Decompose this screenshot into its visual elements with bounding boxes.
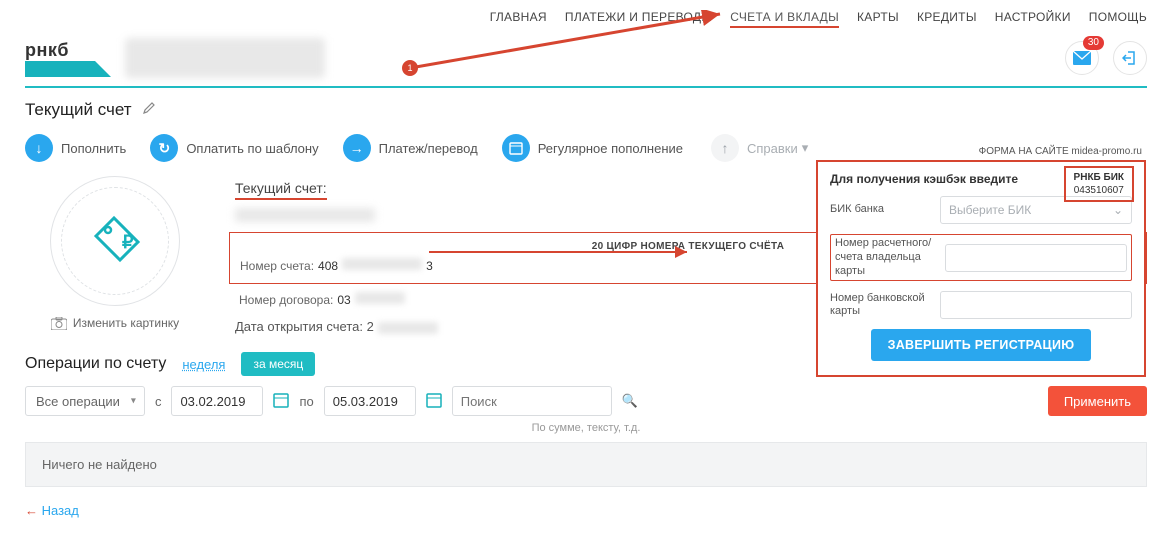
calendar-from-icon[interactable]	[273, 392, 289, 411]
operations-title: Операции по счету	[25, 355, 166, 373]
chevron-down-icon: ⌄	[1113, 203, 1123, 217]
from-label: с	[155, 394, 162, 409]
page-title: Текущий счет	[25, 100, 132, 120]
contract-number-prefix: 03	[337, 293, 350, 307]
brand-text: рнкб	[25, 40, 95, 61]
svg-text:₽: ₽	[122, 232, 134, 252]
nav-help[interactable]: ПОМОЩЬ	[1089, 10, 1147, 28]
open-date-blurred	[378, 322, 438, 334]
nav-main[interactable]: ГЛАВНАЯ	[490, 10, 547, 28]
account-label: Текущий счет:	[235, 180, 327, 200]
refresh-icon: ↻	[150, 134, 178, 162]
card-input-label: Номер банковской карты	[830, 292, 930, 320]
account-number-label: Номер счета:	[240, 259, 314, 273]
header-row: рнкб 30	[0, 34, 1172, 86]
mail-icon[interactable]: 30	[1065, 41, 1099, 75]
nav-settings[interactable]: НАСТРОЙКИ	[995, 10, 1071, 28]
header-rule	[25, 86, 1147, 88]
back-link[interactable]: Назад	[25, 503, 79, 518]
open-date-label: Дата открытия счета:	[235, 319, 363, 334]
edit-title-icon[interactable]	[142, 100, 156, 120]
account-number-blurred	[342, 258, 422, 270]
mail-badge: 30	[1083, 36, 1104, 50]
calendar-icon	[502, 134, 530, 162]
filter-week[interactable]: неделя	[182, 357, 225, 372]
filter-bar: Все операции▾ с по 🔍 Применить	[0, 386, 1172, 420]
search-input[interactable]	[452, 386, 612, 416]
nav-accounts[interactable]: СЧЕТА И ВКЛАДЫ	[730, 10, 839, 28]
top-nav: ГЛАВНАЯ ПЛАТЕЖИ И ПЕРЕВОДЫ СЧЕТА И ВКЛАД…	[0, 0, 1172, 34]
search-icon[interactable]: 🔍	[622, 393, 638, 409]
action-pay-template[interactable]: ↻ Оплатить по шаблону	[150, 134, 318, 162]
logout-icon[interactable]	[1113, 41, 1147, 75]
operations-type-select[interactable]: Все операции▾	[25, 386, 145, 416]
bik-badge: РНКБ БИК 043510607	[1064, 166, 1134, 202]
brand-bar-icon	[25, 61, 95, 77]
bik-label: БИК банка	[830, 203, 930, 217]
calendar-to-icon[interactable]	[426, 392, 442, 411]
arrow-right-icon: →	[343, 134, 371, 162]
filter-month[interactable]: за месяц	[241, 352, 315, 376]
upload-icon: ↑	[711, 134, 739, 162]
date-to-input[interactable]	[324, 386, 416, 416]
ruble-tag-icon: ₽	[88, 214, 142, 268]
contract-number-blurred	[355, 292, 405, 304]
to-label: по	[299, 394, 313, 409]
submit-button[interactable]: ЗАВЕРШИТЬ РЕГИСТРАЦИЮ	[871, 329, 1091, 361]
chevron-down-icon: ▾	[131, 396, 136, 407]
account-number-prefix: 408	[318, 259, 338, 273]
account-name-blurred	[235, 208, 375, 222]
brand: рнкб	[25, 38, 325, 78]
account-input-label: Номер расчетного/счета владельца карты	[835, 237, 935, 278]
apply-button[interactable]: Применить	[1048, 386, 1147, 416]
filter-hint: По сумме, тексту, т.д.	[0, 422, 1172, 434]
user-blurred	[125, 38, 325, 78]
account-avatar: ₽	[50, 176, 180, 306]
camera-icon	[51, 317, 67, 330]
cashback-form: РНКБ БИК 043510607 Для получения кэшбэк …	[816, 160, 1146, 377]
nav-payments[interactable]: ПЛАТЕЖИ И ПЕРЕВОДЫ	[565, 10, 712, 28]
change-picture-button[interactable]: Изменить картинку	[51, 316, 179, 330]
card-input[interactable]	[940, 291, 1132, 319]
action-recurring[interactable]: Регулярное пополнение	[502, 134, 683, 162]
account-number-suffix: 3	[426, 259, 433, 273]
contract-number-label: Номер договора:	[239, 293, 333, 307]
nav-cards[interactable]: КАРТЫ	[857, 10, 899, 28]
nav-credits[interactable]: КРЕДИТЫ	[917, 10, 977, 28]
account-input[interactable]	[945, 244, 1127, 272]
download-icon: ↓	[25, 134, 53, 162]
empty-state: Ничего не найдено	[25, 442, 1147, 487]
form-site-note: ФОРМА НА САЙТЕ midea-promo.ru	[979, 146, 1142, 157]
action-transfer[interactable]: → Платеж/перевод	[343, 134, 478, 162]
open-date-prefix: 2	[367, 319, 374, 334]
action-references[interactable]: ↑ Справки▾	[711, 134, 808, 162]
date-from-input[interactable]	[171, 386, 263, 416]
chevron-down-icon: ▾	[802, 140, 809, 156]
action-topup[interactable]: ↓ Пополнить	[25, 134, 126, 162]
